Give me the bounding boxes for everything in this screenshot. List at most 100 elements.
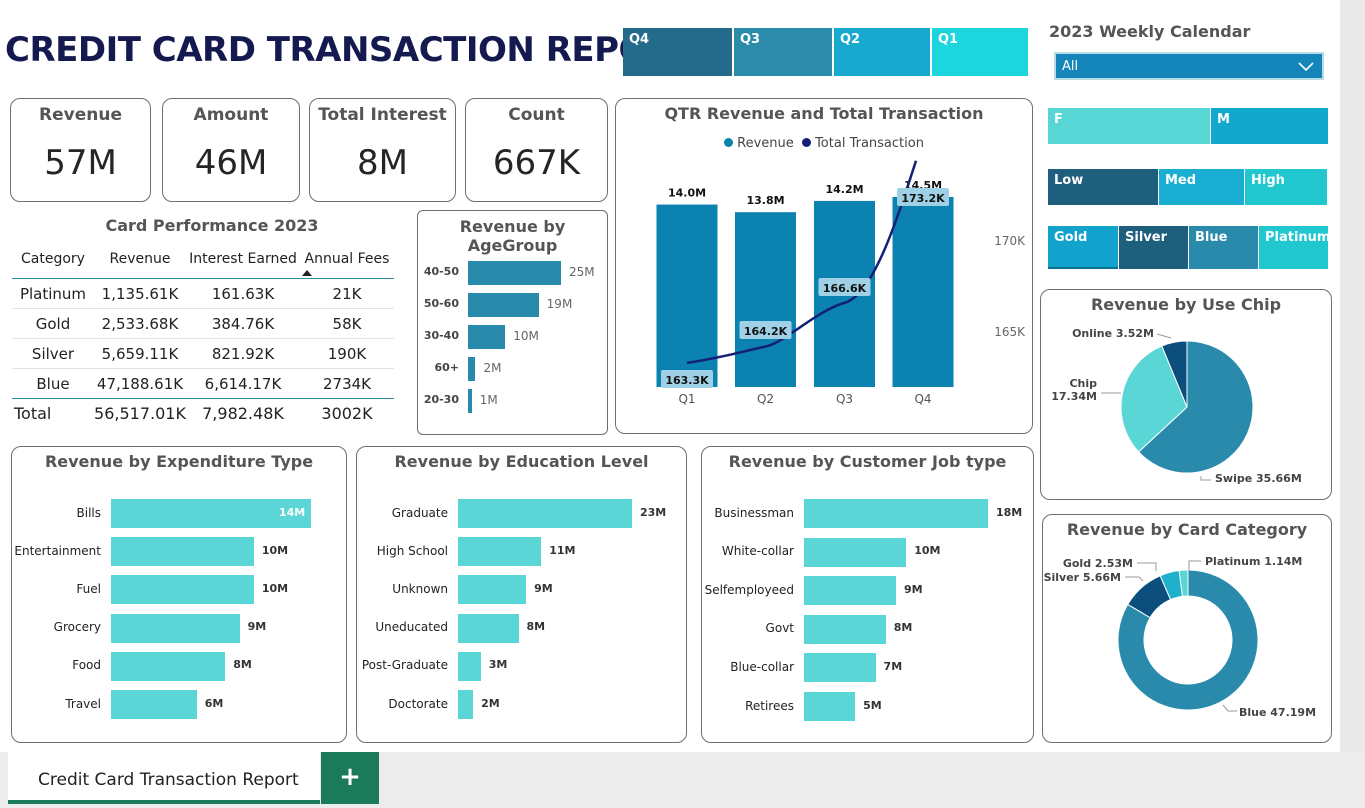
bar-category-label: Unknown: [392, 581, 448, 596]
bar[interactable]: [458, 499, 632, 528]
calendar-selected-value: All: [1062, 59, 1079, 74]
card-performance-table: Category Revenue Interest Earned Annual …: [12, 240, 394, 428]
bar-category-label: Post-Graduate: [361, 658, 448, 673]
add-page-button[interactable]: +: [321, 752, 379, 804]
bar[interactable]: [468, 293, 539, 317]
bar[interactable]: [468, 261, 561, 285]
quarter-q4-button[interactable]: Q4: [623, 28, 732, 76]
page-tab-bar: Credit Card Transaction Report +: [0, 752, 1365, 808]
bar-category-label: White-collar: [721, 544, 794, 559]
bar-data-label: 25M: [569, 265, 595, 279]
table-cell: 384.76K: [211, 314, 275, 333]
column-header[interactable]: Interest Earned: [186, 240, 300, 279]
table-cell: Total: [14, 404, 52, 423]
category-platinum-button[interactable]: Platinum: [1259, 226, 1330, 269]
bar[interactable]: [111, 537, 254, 567]
table-cell: 2734K: [322, 374, 371, 393]
bar-data-label: 18M: [996, 505, 1023, 519]
bar[interactable]: [804, 653, 876, 683]
y2-axis-tick-label: 170K: [994, 234, 1026, 248]
quarter-q2-button[interactable]: Q2: [834, 28, 930, 76]
kpi-amount-value: 46M: [194, 143, 268, 183]
pie-data-label: Silver 5.66M: [1044, 571, 1121, 584]
bar[interactable]: [804, 537, 907, 567]
bar[interactable]: [111, 651, 226, 681]
bar[interactable]: [804, 499, 988, 528]
bar[interactable]: [111, 690, 197, 719]
column-header-sorted[interactable]: Annual Fees: [300, 240, 394, 279]
expenditure-chart-card: Revenue by Expenditure Type Bills 14M Ente…: [11, 446, 347, 743]
gender-m-button[interactable]: M: [1211, 108, 1328, 144]
pie-data-label: Online 3.52M: [1072, 327, 1154, 340]
income-med-button[interactable]: Med: [1159, 169, 1244, 205]
leader-line: [1200, 476, 1211, 481]
bar-data-label: 10M: [261, 543, 289, 557]
pie-data-label: Gold 2.53M: [1063, 557, 1133, 570]
bar-data-label: 23M: [640, 505, 667, 519]
kpi-count-card: Count 667K: [465, 98, 608, 202]
bar-data-label: 11M: [549, 543, 576, 557]
bar[interactable]: [458, 537, 542, 567]
bar-data-label: 9M: [534, 581, 553, 595]
bar-category-label: Travel: [65, 696, 101, 711]
bar-category-label: High School: [376, 543, 448, 558]
tab-label: Credit Card Transaction Report: [38, 770, 299, 790]
bar[interactable]: [458, 613, 519, 643]
kpi-amount-card: Amount 46M: [162, 98, 300, 202]
qtr-chart-plot: 14.0MQ113.8MQ214.2MQ314.5MQ4163.3K164.2K…: [656, 160, 1026, 406]
sort-ascending-icon: [302, 270, 312, 276]
income-high-button[interactable]: High: [1245, 169, 1327, 205]
transaction-line: [686, 160, 918, 365]
table-cell: 161.63K: [211, 284, 275, 303]
card-category-donut-chart: Blue 47.19M Silver 5.66MGold 2.53M Platinu…: [1044, 555, 1316, 719]
category-blue-button[interactable]: Blue: [1189, 226, 1258, 269]
table-cell: 6,614.17K: [204, 374, 282, 393]
calendar-dropdown[interactable]: All: [1054, 52, 1324, 80]
bar[interactable]: [804, 692, 856, 721]
card-category-chart-card: Revenue by Card Category Blue 47.19M Silv…: [1042, 514, 1332, 743]
quarter-q3-button[interactable]: Q3: [734, 28, 832, 76]
transaction-data-label: 163.3K: [665, 374, 709, 387]
revenue-bar: [892, 197, 954, 387]
category-gold-button[interactable]: Gold: [1048, 226, 1118, 269]
bar-data-label: 1M: [479, 393, 498, 407]
transaction-data-label: 173.2K: [901, 192, 945, 205]
income-low-button[interactable]: Low: [1048, 169, 1158, 205]
report-title: CREDIT CARD TRANSACTION REPORT: [5, 30, 694, 70]
table-cell: 1,135.61K: [101, 284, 179, 303]
plus-icon: +: [339, 762, 361, 792]
job-type-chart: Businessman 18M White-collar 10M Selfemploye…: [702, 447, 1035, 744]
table-cell: 3002K: [321, 404, 373, 423]
bar[interactable]: [804, 576, 896, 606]
kpi-revenue-card: Revenue 57M: [10, 98, 151, 202]
age-group-chart-title: Revenue by AgeGroup: [459, 217, 566, 255]
bar[interactable]: [804, 614, 886, 644]
bar-category-label: Selfemployeed: [704, 582, 794, 597]
table-row: Platinum 1,135.61K 161.63K 21K: [12, 279, 394, 309]
bar-data-label: 8M: [526, 620, 546, 634]
bar[interactable]: [458, 651, 481, 681]
expenditure-chart: Bills 14M Entertainment 10M Fuel 10M Grocery 9M…: [12, 447, 348, 744]
pie-data-label: Swipe 35.66M: [1215, 472, 1302, 485]
column-header[interactable]: Revenue: [94, 240, 186, 279]
bar[interactable]: [111, 613, 240, 643]
bar[interactable]: [458, 690, 474, 719]
bar[interactable]: [468, 389, 472, 413]
use-chip-pie-chart: Swipe 35.66M Chip17.34M Online 3.52M: [1051, 327, 1302, 485]
column-header[interactable]: Category: [12, 240, 94, 279]
category-silver-button[interactable]: Silver: [1119, 226, 1188, 269]
quarter-q1-button[interactable]: Q1: [932, 28, 1028, 76]
bar[interactable]: [468, 325, 506, 349]
qtr-chart-card: QTR Revenue and Total Transaction Revenu…: [615, 98, 1033, 434]
revenue-data-label: 14.0M: [668, 187, 706, 200]
leader-line: [1188, 560, 1201, 571]
bar[interactable]: [468, 357, 476, 381]
bar-category-label: Bills: [76, 505, 102, 520]
gender-f-button[interactable]: F: [1048, 108, 1210, 144]
pie-data-label: Chip: [1069, 377, 1097, 390]
bar[interactable]: [111, 575, 254, 605]
kpi-interest-value: 8M: [357, 143, 408, 183]
tab-credit-card-transaction-report[interactable]: Credit Card Transaction Report: [8, 752, 320, 804]
transaction-data-label: 164.2K: [744, 325, 788, 338]
bar[interactable]: [458, 575, 527, 605]
